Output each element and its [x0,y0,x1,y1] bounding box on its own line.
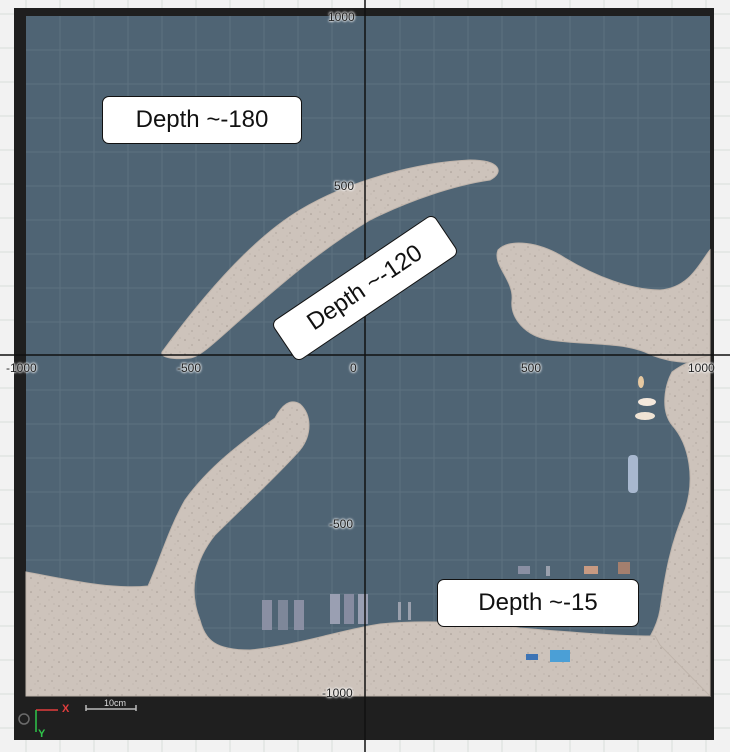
x-tick-500: 500 [521,361,542,375]
y-tick-500: 500 [334,179,355,193]
depth-callout-deep: Depth ~-180 [102,96,302,144]
x-tick-neg-500: -500 [177,361,202,375]
gizmo-y-label: Y [38,728,46,740]
y-tick-neg-1000: -1000 [322,686,353,700]
map-viewport[interactable]: -1000 -500 0 500 1000 1000 500 -500 -100… [0,0,730,752]
gizmo-x-label: X [62,703,70,715]
depth-callout-shallow: Depth ~-15 [437,579,639,627]
x-tick-1000: 1000 [688,361,715,375]
scale-bar-label: 10cm [104,698,127,708]
y-tick-1000: 1000 [328,10,355,24]
y-tick-neg-500: -500 [329,517,354,531]
x-tick-neg-1000: -1000 [6,361,37,375]
x-tick-0: 0 [350,361,357,375]
